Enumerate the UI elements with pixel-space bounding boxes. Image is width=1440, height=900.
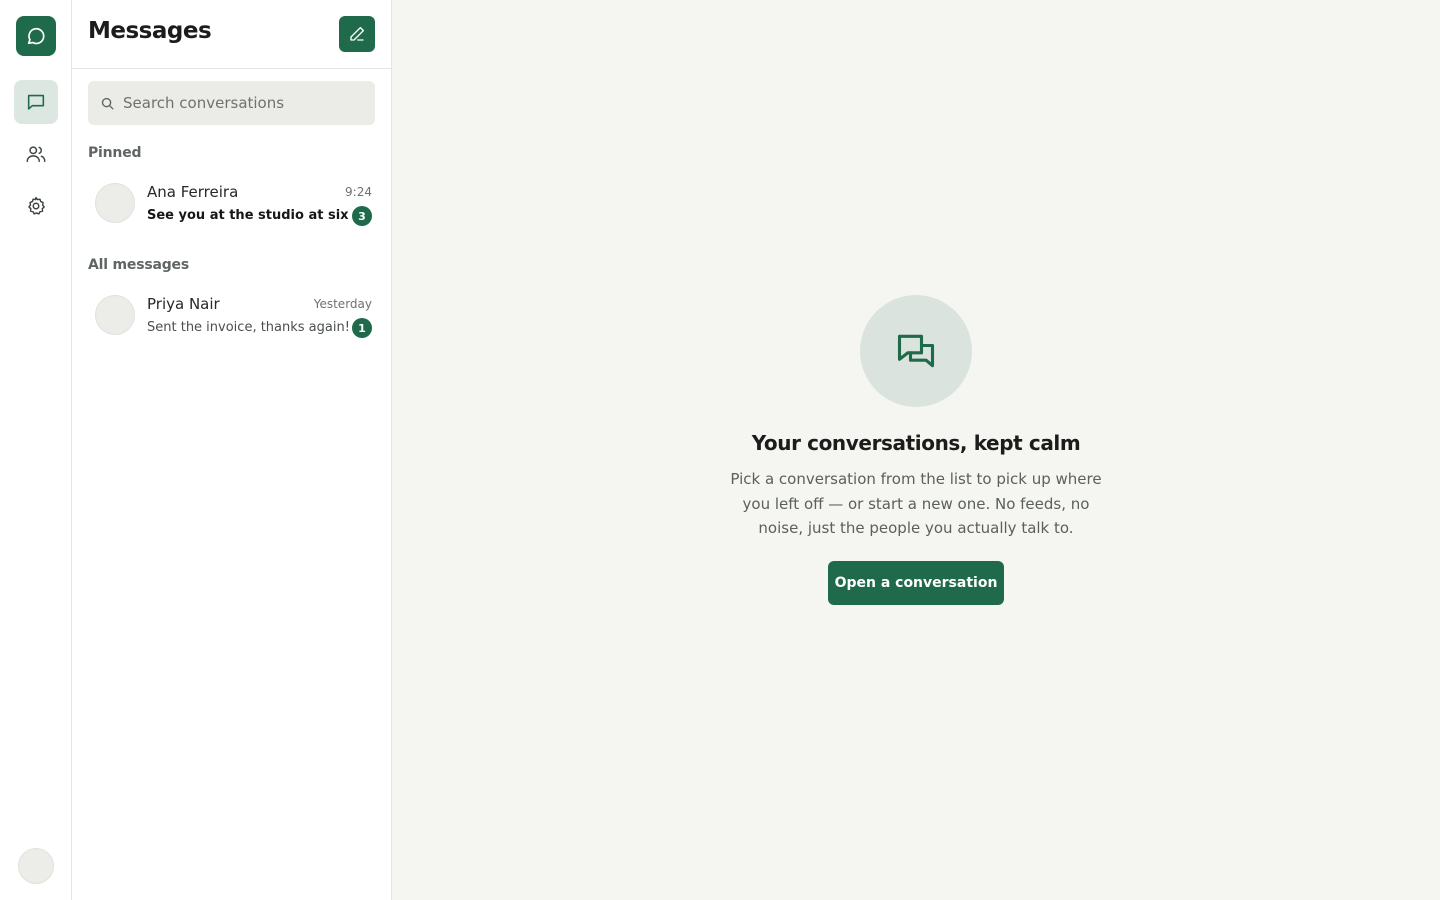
contacts-icon <box>26 146 46 163</box>
nav-messages-button[interactable] <box>14 80 58 124</box>
search-input[interactable] <box>123 94 363 112</box>
nav-settings-button[interactable] <box>14 184 58 228</box>
empty-state-panel: Your conversations, kept calm Pick a con… <box>392 0 1440 900</box>
search-icon <box>101 97 114 109</box>
avatar <box>95 295 135 335</box>
message-preview: See you at the studio at six 👋 <box>147 208 370 223</box>
conversations-icon <box>897 334 935 368</box>
message-time: 9:24 <box>345 185 372 199</box>
avatar <box>95 183 135 223</box>
search-box[interactable] <box>88 81 375 125</box>
conversation-item-priya-nair[interactable]: Priya Nair Yesterday Sent the invoice, t… <box>80 286 384 344</box>
nav-contacts-button[interactable] <box>14 132 58 176</box>
settings-icon <box>28 196 45 215</box>
conversation-item-ana-ferreira[interactable]: Ana Ferreira 9:24 See you at the studio … <box>80 174 384 232</box>
open-conversation-button[interactable]: Open a conversation <box>828 561 1004 605</box>
empty-state-title: Your conversations, kept calm <box>751 431 1081 455</box>
app-rail <box>0 0 72 900</box>
messages-icon <box>27 94 45 110</box>
page-title: Messages <box>88 18 212 44</box>
section-label-pinned: Pinned <box>88 145 142 161</box>
contact-name: Priya Nair <box>147 295 220 313</box>
compose-button[interactable] <box>339 16 375 52</box>
conversation-list-panel: Messages Pinned Ana Ferreira 9:24 See yo… <box>72 0 392 900</box>
empty-state-description: Pick a conversation from the list to pic… <box>730 470 1102 537</box>
message-time: Yesterday <box>313 297 372 311</box>
empty-state-illustration <box>860 295 972 407</box>
unread-badge: 3 <box>352 206 372 226</box>
section-label-all-messages: All messages <box>88 257 189 273</box>
app-logo[interactable] <box>16 16 56 56</box>
list-header: Messages <box>72 0 391 69</box>
chat-bubble-icon <box>27 27 45 45</box>
user-avatar[interactable] <box>18 848 54 884</box>
unread-badge: 1 <box>352 318 372 338</box>
pencil-icon <box>350 26 365 41</box>
message-preview: Sent the invoice, thanks again! <box>147 320 350 335</box>
contact-name: Ana Ferreira <box>147 183 239 201</box>
